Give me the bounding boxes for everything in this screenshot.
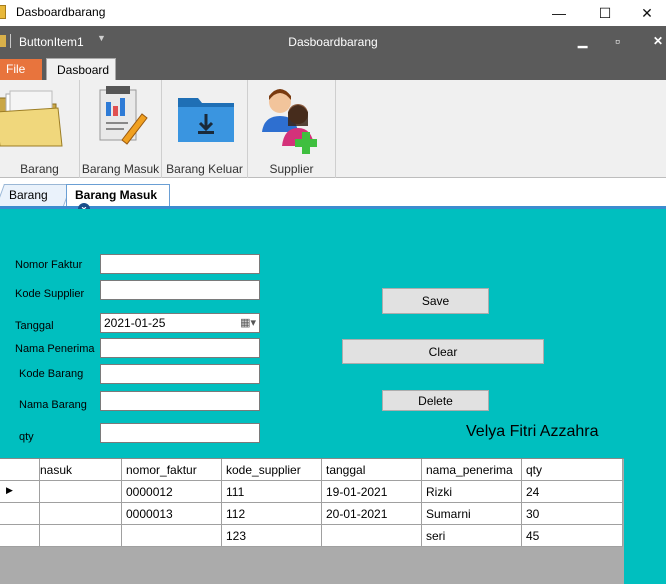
table-cell[interactable]: 111 [222,481,322,503]
table-cell[interactable]: 45 [522,525,623,547]
table-cell[interactable] [40,503,122,525]
label-kode-barang: Kode Barang [19,368,84,380]
doc-tab-barang[interactable]: Barang [0,184,73,206]
row-pointer-icon[interactable]: ▶ [0,481,40,503]
doc-tab-barang-label: Barang [9,188,48,202]
row-header[interactable] [0,525,40,547]
ribbon-label-barang-keluar: Barang Keluar [166,162,243,176]
app-icon [0,5,6,19]
label-nama-barang: Nama Barang [19,399,87,411]
mdi-close-button[interactable]: ✕ [653,34,663,48]
close-button[interactable]: ✕ [624,0,666,26]
column-header[interactable]: qty [522,459,623,481]
nama-penerima-input[interactable] [100,338,260,358]
ribbon-label-barang: Barang [20,162,59,176]
clear-button[interactable]: Clear [342,339,544,364]
calendar-dropdown-icon[interactable]: ▦▾ [240,316,256,329]
ribbon-button-supplier[interactable]: Supplier [248,80,336,178]
table-cell[interactable]: 0000013 [122,503,222,525]
tab-file[interactable]: File [0,59,42,80]
table-cell[interactable]: seri [422,525,522,547]
ribbon-label-supplier: Supplier [269,162,314,176]
label-nomor-faktur: Nomor Faktur [15,259,83,271]
barang-masuk-grid[interactable]: nasuk nomor_faktur kode_supplier tanggal… [0,458,624,584]
tab-dasboard[interactable]: Dasboard [46,58,116,81]
delete-button[interactable]: Delete [382,390,489,411]
table-cell[interactable]: 0000012 [122,481,222,503]
ribbon-caption-bar: ButtonItem1 ▼ Dasboardbarang ▁ ▫ ✕ [0,26,666,56]
doc-tab-barang-masuk-label: Barang Masuk [75,188,158,202]
row-header[interactable] [0,503,40,525]
kode-supplier-input[interactable] [100,280,260,300]
save-button[interactable]: Save [382,288,489,314]
kode-barang-input[interactable] [100,364,260,384]
window-title: Dasboardbarang [16,5,106,19]
tanggal-value: 2021-01-25 [104,316,166,330]
table-cell[interactable] [122,525,222,547]
label-kode-supplier: Kode Supplier [15,288,85,300]
nomor-faktur-input[interactable] [100,254,260,274]
download-folder-icon [178,98,234,142]
ribbon-button-barang-masuk[interactable]: Barang Masuk [80,80,162,178]
label-nama-penerima: Nama Penerima [15,343,95,355]
table-cell[interactable]: 19-01-2021 [322,481,422,503]
window-title-bar: Dasboardbarang — ☐ ✕ [0,0,666,26]
doc-tab-barang-masuk[interactable]: Barang Masuk x [66,184,170,215]
table-cell[interactable]: 20-01-2021 [322,503,422,525]
column-header[interactable]: kode_supplier [222,459,322,481]
table-cell[interactable] [40,481,122,503]
ribbon-label-barang-masuk: Barang Masuk [81,162,160,176]
grid-row-header-corner [0,459,40,481]
column-header[interactable]: tanggal [322,459,422,481]
qty-input[interactable] [100,423,260,443]
folder-icon [0,90,63,147]
label-tanggal: Tanggal [15,320,54,332]
mdi-restore-button[interactable]: ▫ [615,33,620,49]
author-label: Velya Fitri Azzahra [466,423,599,440]
report-icon [99,86,148,145]
ribbon-button-barang-keluar[interactable]: Barang Keluar [162,80,248,178]
document-tabs: Barang Barang Masuk x [0,178,666,215]
minimize-button[interactable]: — [536,0,582,26]
maximize-button[interactable]: ☐ [582,0,628,26]
ribbon-title: Dasboardbarang [288,35,378,49]
add-user-icon [262,89,317,154]
table-cell[interactable]: 112 [222,503,322,525]
table-cell[interactable]: Rizki [422,481,522,503]
table-cell[interactable]: 123 [222,525,322,547]
table-cell[interactable]: 30 [522,503,623,525]
table-cell[interactable] [322,525,422,547]
table-cell[interactable] [40,525,122,547]
label-qty: qty [19,431,34,443]
column-header[interactable]: nama_penerima [422,459,522,481]
ribbon-panel: Barang Barang Masuk Barang Keluar Suppli… [0,80,666,178]
tanggal-datepicker[interactable]: 2021-01-25 ▦▾ [100,313,260,333]
ribbon-button-barang[interactable]: Barang [0,80,80,178]
table-cell[interactable]: Sumarni [422,503,522,525]
column-header[interactable]: nasuk [40,459,122,481]
ribbon-tabs: File Dasboard [0,56,666,81]
nama-barang-input[interactable] [100,391,260,411]
table-cell[interactable]: 24 [522,481,623,503]
column-header[interactable]: nomor_faktur [122,459,222,481]
mdi-minimize-button[interactable]: ▁ [578,34,587,48]
